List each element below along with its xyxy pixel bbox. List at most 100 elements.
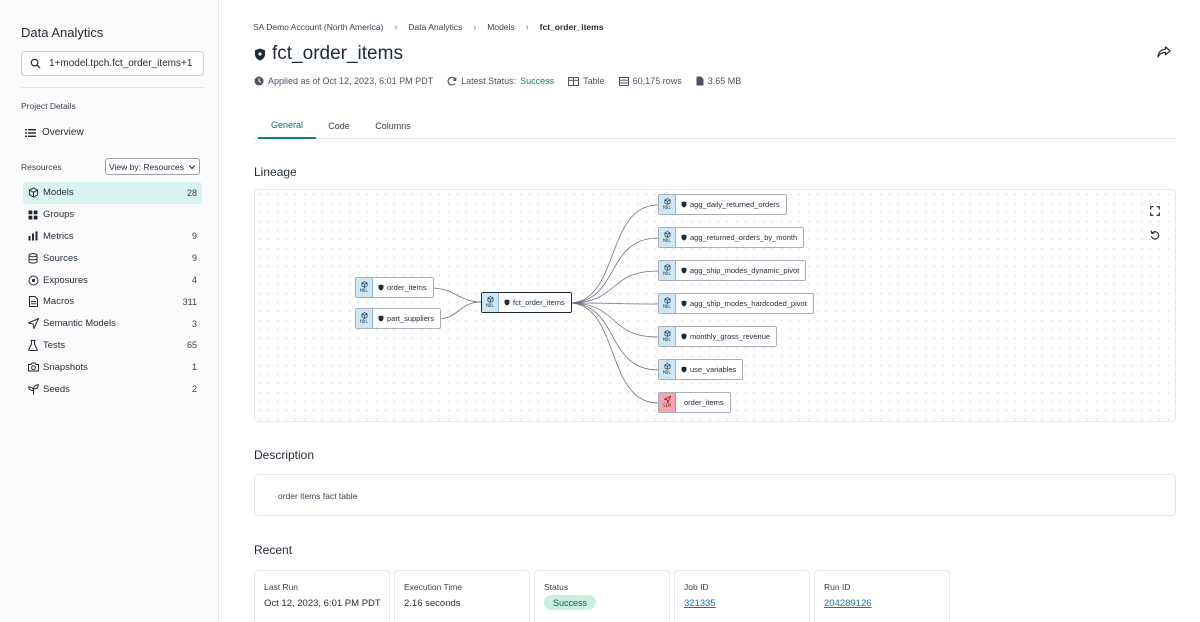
materialization: Table [568,76,605,86]
grid-icon [27,209,39,221]
sidebar-item-count: 311 [182,296,197,307]
chevron-right-icon: › [394,22,398,32]
lineage-node-order-items[interactable]: MDL order_items [355,277,434,298]
node-label: agg_ship_modes_dynamic_pivot [690,266,800,275]
lineage-node-agg-daily-returned-orders[interactable]: MDL agg_daily_returned_orders [658,194,787,215]
lineage-node-monthly-gross-revenue[interactable]: MDL monthly_gross_revenue [658,326,778,347]
table-icon [568,76,580,86]
model-badge: MDL [659,360,676,379]
description-box: order items fact table [254,474,1176,516]
database-icon [27,252,39,264]
job-id-link[interactable]: 321335 [684,598,716,609]
node-label: agg_daily_returned_orders [690,200,780,209]
tab-code[interactable]: Code [322,113,356,139]
sidebar-item-seeds[interactable]: Seeds 2 [23,378,202,400]
sidebar-item-semantic-models[interactable]: Semantic Models 3 [23,313,202,335]
breadcrumb-item[interactable]: Data Analytics [408,22,462,32]
lineage-node-agg-ship-modes-dynamic-pivot[interactable]: MDL agg_ship_modes_dynamic_pivot [658,260,807,281]
sidebar-item-count: 4 [191,275,197,286]
refresh-icon [447,76,457,86]
file-icon [696,76,704,86]
cube-icon [663,231,671,238]
sidebar-item-sources[interactable]: Sources 9 [23,247,202,269]
model-badge: MDL [659,195,676,214]
model-badge: MDL [659,261,676,280]
lineage-node-fct-order-items[interactable]: MDL fct_order_items [481,292,572,313]
run-id-label: Run ID [824,582,851,592]
sidebar-item-models[interactable]: Models 28 [23,182,202,204]
sidebar-item-label: Metrics [43,230,74,242]
job-id-label: Job ID [684,582,709,592]
sidebar-item-count: 28 [186,187,197,198]
cube-icon [663,297,671,304]
chevron-down-icon [188,164,196,169]
node-label: fct_order_items [513,298,565,307]
shield-icon [681,333,687,340]
sidebar-item-macros[interactable]: Macros 311 [23,291,202,313]
tab-general[interactable]: General [258,113,316,139]
search-box[interactable] [21,51,204,76]
sidebar-item-label: Groups [43,209,75,221]
sidebar-item-exposures[interactable]: Exposures 4 [23,269,202,291]
lineage-node-semantic-order-items[interactable]: SEM order_items [658,392,731,413]
last-run-label: Last Run [264,582,299,592]
share-button[interactable] [1157,46,1171,61]
execution-time-card: Execution Time 2.16 seconds [394,570,530,622]
lineage-node-use-variables[interactable]: MDL use_variables [658,359,744,380]
tab-columns[interactable]: Columns [372,113,414,139]
lineage-node-agg-returned-orders-by-month[interactable]: MDL agg_returned_orders_by_month [658,227,805,248]
sidebar-item-groups[interactable]: Groups [23,204,202,226]
node-label: order_items [387,283,427,292]
lineage-node-agg-ship-modes-hardcoded-pivot[interactable]: MDL agg_ship_modes_hardcoded_pivot [658,293,814,314]
recent-heading: Recent [254,543,293,557]
sidebar-item-metrics[interactable]: Metrics 9 [23,226,202,248]
status-value: Success [520,76,555,86]
breadcrumb-item[interactable]: SA Demo Account (North America) [253,22,383,32]
send-icon [663,396,671,403]
document-icon [27,296,39,308]
resources-label: Resources [21,162,62,172]
sidebar-item-count: 9 [191,231,197,242]
lineage-heading: Lineage [254,165,297,179]
description-heading: Description [254,448,315,462]
materialization-text: Table [583,76,605,86]
resource-list: Models 28 Groups Metrics 9 Sources 9 Exp… [23,182,202,400]
exposure-icon [27,274,39,286]
lineage-edge [430,287,482,303]
node-label: order_items [684,398,724,407]
status-card: Status Success [534,570,670,622]
sidebar-item-snapshots[interactable]: Snapshots 1 [23,356,202,378]
sidebar-item-label: Sources [43,252,78,264]
lineage-edge [568,302,659,404]
view-by-dropdown[interactable]: View by: Resources [105,158,200,175]
sidebar-title: Data Analytics [21,25,104,40]
chevron-right-icon: › [525,22,529,32]
model-badge: MDL [659,228,676,247]
sidebar-item-label: Snapshots [43,361,88,373]
cube-icon [27,187,39,199]
breadcrumb-current: fct_order_items [539,22,604,32]
node-label: agg_returned_orders_by_month [690,233,798,242]
status-badge: Success [544,595,597,610]
reset-view-button[interactable] [1147,227,1163,243]
search-icon [30,58,41,69]
breadcrumb-item[interactable]: Models [487,22,514,32]
run-id-link[interactable]: 204289126 [824,598,872,609]
fullscreen-button[interactable] [1147,203,1163,219]
sidebar-item-label: Macros [43,296,75,308]
flask-icon [27,339,39,351]
sidebar-item-overview[interactable]: Overview [25,127,84,138]
sidebar-item-tests[interactable]: Tests 65 [23,335,202,357]
node-label: monthly_gross_revenue [690,332,771,341]
sidebar-item-label: Models [43,187,74,199]
sidebar-item-label: Semantic Models [43,318,116,330]
file-size-text: 3.65 MB [707,76,742,86]
clock-icon [254,76,264,86]
execution-time-value: 2.16 seconds [404,598,461,609]
search-input[interactable] [49,58,199,69]
model-badge: MDL [356,309,373,328]
lineage-node-part-suppliers[interactable]: MDL part_suppliers [355,308,442,329]
lineage-graph[interactable]: MDL order_items MDL part_suppliers MDL f… [254,189,1176,422]
lineage-edge [568,302,659,371]
send-icon [27,318,39,330]
